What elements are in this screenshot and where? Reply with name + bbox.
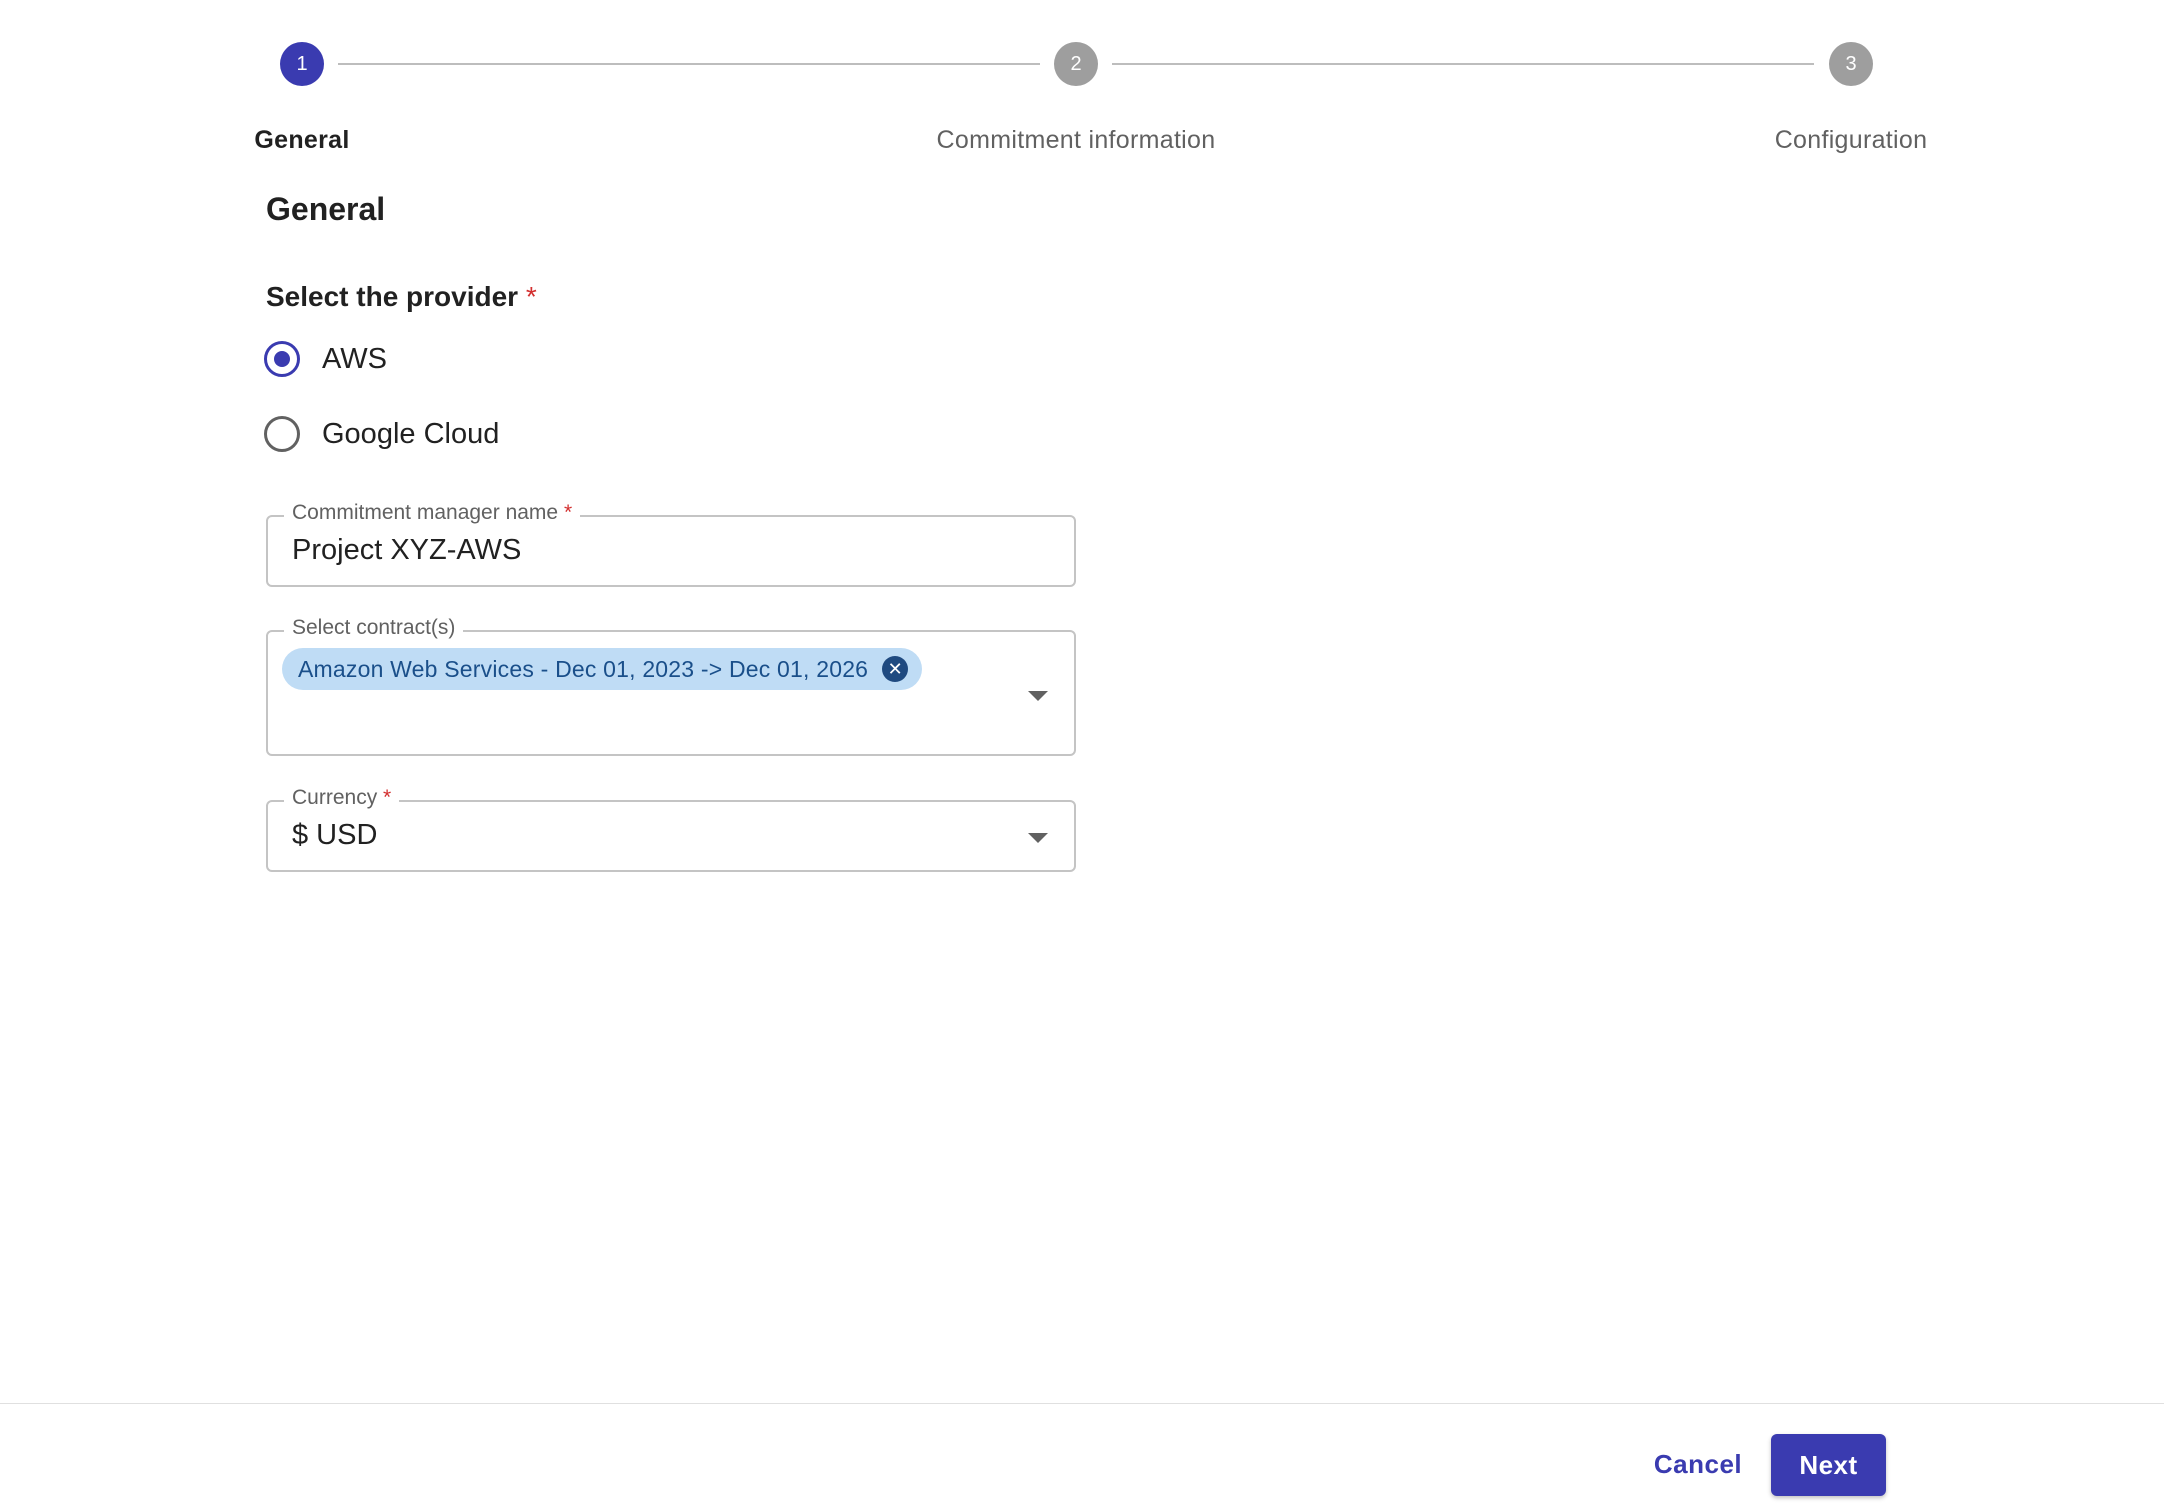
contract-chip-label: Amazon Web Services - Dec 01, 2023 -> De… <box>298 655 869 682</box>
field-label-text: Currency <box>292 786 378 809</box>
provider-option-aws[interactable]: AWS <box>264 339 387 379</box>
field-label: Select contract(s) <box>284 616 464 640</box>
chip-remove-icon[interactable]: ✕ <box>882 656 909 682</box>
step-number: 2 <box>1070 52 1082 75</box>
provider-group-label: Select the provider * <box>266 281 537 313</box>
step-number: 3 <box>1845 52 1857 75</box>
chevron-down-icon[interactable] <box>1028 833 1048 843</box>
step-2-indicator: 2 <box>1054 42 1098 86</box>
provider-option-label: Google Cloud <box>322 417 500 450</box>
section-title: General <box>266 191 386 227</box>
field-label: Currency * <box>284 786 400 810</box>
radio-checked-icon[interactable] <box>264 341 300 377</box>
field-label-text: Select contract(s) <box>292 616 456 639</box>
step-connector <box>1112 63 1814 65</box>
step-2-label: Commitment information <box>936 126 1216 154</box>
commitment-manager-name-field[interactable]: Commitment manager name * Project XYZ-AW… <box>266 501 1076 587</box>
select-contracts-field[interactable]: Select contract(s) Amazon Web Services -… <box>266 616 1076 756</box>
step-1-indicator: 1 <box>280 42 324 86</box>
currency-select[interactable]: Currency * $ USD <box>266 786 1076 872</box>
radio-unchecked-icon[interactable] <box>264 416 300 452</box>
chevron-down-icon[interactable] <box>1028 691 1048 701</box>
currency-value: $ USD <box>292 819 378 851</box>
provider-option-google-cloud[interactable]: Google Cloud <box>264 414 499 454</box>
step-connector <box>338 63 1040 65</box>
field-label-text: Commitment manager name <box>292 501 559 524</box>
required-mark: * <box>383 786 392 809</box>
step-3-indicator: 3 <box>1829 42 1873 86</box>
stepper: 1 2 3 General Commitment information Con… <box>0 0 2164 170</box>
field-label: Commitment manager name * <box>284 501 581 525</box>
footer-divider <box>0 1403 2164 1404</box>
provider-option-label: AWS <box>322 342 387 375</box>
step-3-label: Configuration <box>1774 126 1928 154</box>
step-1-label: General <box>254 126 350 154</box>
contract-chip: Amazon Web Services - Dec 01, 2023 -> De… <box>282 648 923 690</box>
cancel-button[interactable]: Cancel <box>1636 1434 1760 1494</box>
provider-label-text: Select the provider <box>266 281 519 312</box>
required-mark: * <box>563 501 573 524</box>
next-button[interactable]: Next <box>1771 1434 1886 1496</box>
step-number: 1 <box>296 52 308 75</box>
commitment-manager-name-input[interactable]: Project XYZ-AWS <box>292 534 521 567</box>
required-mark: * <box>525 281 537 312</box>
